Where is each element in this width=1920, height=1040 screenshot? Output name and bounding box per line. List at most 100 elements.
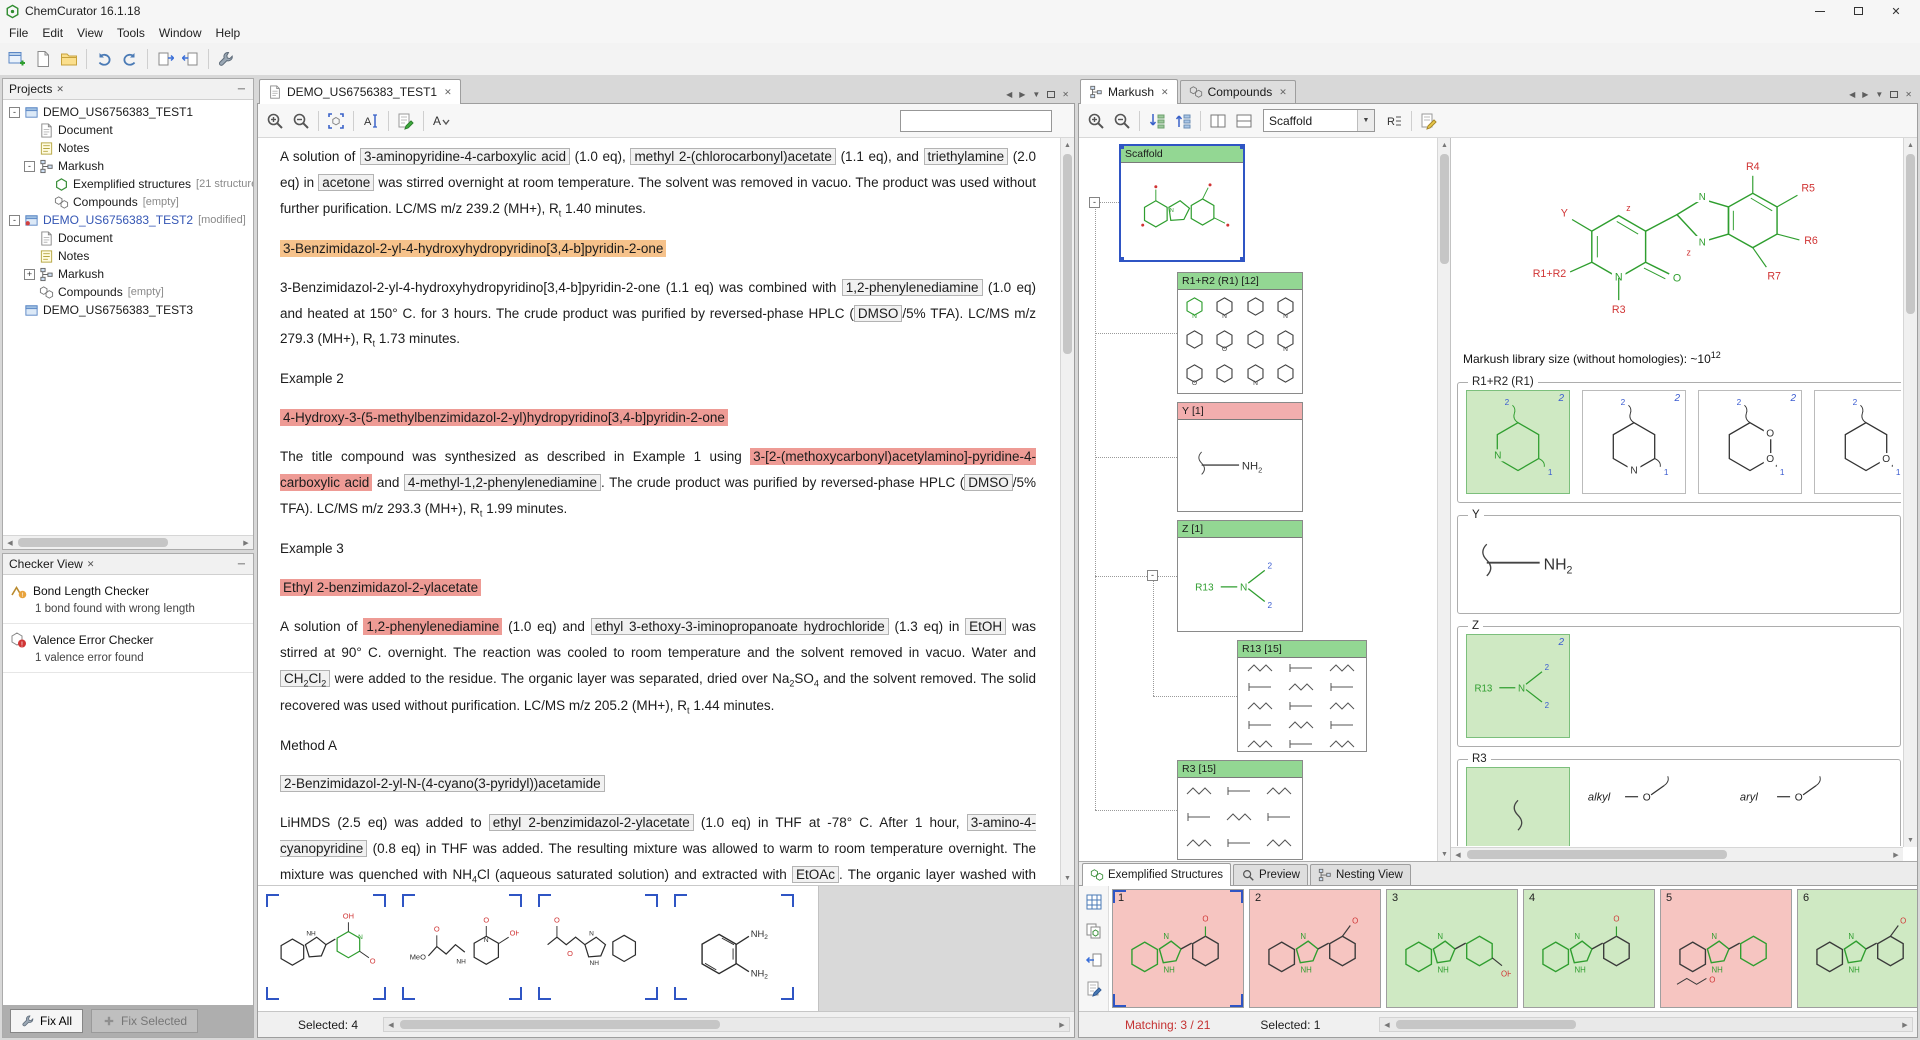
scroll-up-icon[interactable]: ▲ — [1061, 138, 1074, 152]
maximize-pane-icon[interactable] — [1890, 91, 1898, 98]
scrollbar-thumb[interactable] — [1396, 1020, 1576, 1029]
close-pane-icon[interactable]: ✕ — [1905, 90, 1912, 99]
exemplified-structure-6[interactable]: 6NNHO — [1797, 889, 1917, 1008]
sort-structures-button[interactable] — [1144, 108, 1170, 134]
rgroup-variant-thumb[interactable] — [1328, 661, 1358, 678]
zoom-in-button[interactable] — [1083, 108, 1109, 134]
entity-annotation[interactable]: 1,2-phenylenediamine — [842, 279, 983, 296]
markush-node-r1-r2-r1-[interactable]: R1+R2 (R1)[12]NNNONON — [1177, 272, 1303, 394]
scroll-left-icon[interactable]: ◀ — [384, 1018, 398, 1031]
scrollbar-thumb[interactable] — [1440, 154, 1449, 264]
rgroup-variant-thumb[interactable] — [1225, 810, 1255, 827]
tree-item-compounds[interactable]: Compounds[empty] — [3, 193, 253, 211]
markush-scaffold-structure[interactable]: NOYR1+R2R3NNR4R5R6R7zz — [1451, 138, 1902, 346]
tree-item-document[interactable]: Document — [3, 121, 253, 139]
entity-annotation[interactable]: triethylamine — [924, 148, 1009, 165]
close-button[interactable]: ✕ — [1877, 1, 1915, 21]
tab-close-icon[interactable]: ✕ — [1161, 87, 1169, 98]
projects-hscrollbar[interactable]: ◀ ▶ — [3, 535, 253, 549]
checker-item[interactable]: !Bond Length Checker1 bond found with wr… — [3, 575, 253, 624]
detail-hscrollbar[interactable]: ◀ ▶ — [1451, 847, 1903, 861]
rgroup-variant-thumb[interactable] — [1265, 784, 1295, 801]
checker-panel-collapse-button[interactable]: ─ — [234, 559, 249, 570]
annotate-button[interactable] — [393, 108, 419, 134]
entity-annotation[interactable]: methyl 2-(chlorocarbonyl)acetate — [630, 148, 835, 165]
scrollbar-thumb[interactable] — [1467, 850, 1727, 859]
tab-scroll-left-icon[interactable]: ◀ — [1849, 90, 1855, 99]
exemplified-structure-5[interactable]: 5NNHO — [1660, 889, 1792, 1008]
exemplified-hscrollbar[interactable]: ◀ ▶ — [1379, 1017, 1913, 1032]
rgroup-variant-thumb[interactable] — [1246, 661, 1276, 678]
expand-icon[interactable]: + — [24, 269, 35, 280]
copy-structures-button[interactable] — [1082, 919, 1106, 943]
markush-node-z[interactable]: Z[1]R13N22 — [1177, 520, 1303, 632]
rgroup-variant-thumb[interactable] — [1246, 718, 1276, 735]
rgroup-variant-thumb[interactable] — [1244, 327, 1267, 355]
entity-annotation[interactable]: ethyl 2-benzimidazol-2-ylacetate — [489, 814, 694, 831]
rgroup-variant-thumb[interactable] — [1274, 361, 1297, 389]
document-vscrollbar[interactable]: ▲ ▼ — [1060, 138, 1074, 885]
structure-card-ester[interactable]: OONNH — [538, 894, 658, 1000]
tree-item-notes[interactable]: Notes — [3, 247, 253, 265]
structure-card-chain[interactable]: MeOONHNOOH — [402, 894, 522, 1000]
rgroup-variant-card[interactable]: R13N222 — [1466, 634, 1570, 738]
rgroup-variant-thumb[interactable]: N — [1213, 294, 1236, 322]
rgroup-variant-thumb[interactable]: N — [1244, 361, 1267, 389]
highlighted-name-red[interactable]: 1,2-phenylenediamine — [363, 618, 502, 635]
projects-panel-close-icon[interactable]: ✕ — [56, 84, 64, 95]
rgroup-variant-thumb[interactable]: O — [1213, 327, 1236, 355]
rgroup-variant-card[interactable]: N212 — [1582, 390, 1686, 494]
scroll-down-icon[interactable]: ▼ — [1438, 847, 1451, 861]
checker-item[interactable]: !Valence Error Checker1 valence error fo… — [3, 624, 253, 673]
structures-hscrollbar[interactable]: ◀ ▶ — [383, 1017, 1070, 1032]
layout-rows-button[interactable] — [1231, 108, 1257, 134]
redo-button[interactable] — [117, 46, 143, 72]
projects-panel-collapse-button[interactable]: ─ — [234, 84, 249, 95]
menu-window[interactable]: Window — [152, 24, 209, 42]
entity-annotation[interactable]: 4-methyl-1,2-phenylenediamine — [404, 474, 601, 491]
highlighted-name-orange[interactable]: 3-Benzimidazol-2-yl-4-hydroxyhydropyridi… — [280, 240, 666, 257]
scroll-right-icon[interactable]: ▶ — [1898, 1018, 1912, 1031]
chevron-down-icon[interactable]: ▼ — [1357, 110, 1374, 131]
exemplified-structure-4[interactable]: 4NNHO — [1523, 889, 1655, 1008]
zoom-out-button[interactable] — [288, 108, 314, 134]
entity-annotation[interactable]: ethyl 3-ethoxy-3-iminopropanoate hydroch… — [591, 618, 889, 635]
tree-item-document[interactable]: Document — [3, 229, 253, 247]
export-document-button[interactable] — [152, 46, 178, 72]
menu-edit[interactable]: Edit — [35, 24, 70, 42]
rgroup-definition-button[interactable]: R — [1381, 108, 1407, 134]
rgroup-variant-thumb[interactable] — [1328, 737, 1358, 751]
highlighted-name-red[interactable]: Ethyl 2-benzimidazol-2-ylacetate — [280, 579, 481, 596]
rgroup-variant-thumb[interactable] — [1287, 737, 1317, 751]
scroll-right-icon[interactable]: ▶ — [1055, 1018, 1069, 1031]
scroll-left-icon[interactable]: ◀ — [1451, 848, 1465, 861]
rgroup-variant[interactable]: NH2 — [1466, 523, 1616, 605]
scrollbar-thumb[interactable] — [400, 1020, 720, 1029]
rgroup-variant-card[interactable]: OO212 — [1698, 390, 1802, 494]
rgroup-variant-alkyl[interactable]: alkylO — [1582, 767, 1722, 819]
exemplified-structure-3[interactable]: 3NNHOH — [1386, 889, 1518, 1008]
open-folder-button[interactable] — [56, 46, 82, 72]
scroll-left-icon[interactable]: ◀ — [3, 536, 17, 549]
fix-all-button[interactable]: Fix All — [10, 1009, 83, 1033]
table-view-button[interactable] — [1082, 890, 1106, 914]
scroll-right-icon[interactable]: ▶ — [1889, 848, 1903, 861]
filter-structures-button[interactable] — [1170, 108, 1196, 134]
document-content[interactable]: A solution of 3-aminopyridine-4-carboxyl… — [258, 138, 1060, 885]
maximize-button[interactable] — [1839, 1, 1877, 21]
collapse-icon[interactable]: - — [9, 107, 20, 118]
menu-help[interactable]: Help — [209, 24, 248, 42]
tab-scroll-right-icon[interactable]: ▶ — [1862, 90, 1868, 99]
markush-node-scaffold[interactable]: ScaffoldN — [1119, 144, 1245, 262]
new-document-button[interactable] — [30, 46, 56, 72]
tree-item-compounds[interactable]: Compounds[empty] — [3, 283, 253, 301]
tab-markush[interactable]: Markush✕ — [1080, 79, 1178, 104]
rgroup-variant-thumb[interactable] — [1328, 718, 1358, 735]
collapse-icon[interactable]: - — [1147, 570, 1158, 581]
entity-annotation[interactable]: acetone — [318, 174, 374, 191]
edit-structure-button[interactable] — [1416, 108, 1442, 134]
markush-node-r13[interactable]: R13[15] — [1237, 640, 1367, 752]
zoom-out-button[interactable] — [1109, 108, 1135, 134]
rgroup-variant-thumb[interactable] — [1287, 699, 1317, 716]
tree-item-demo-us6756383-test1[interactable]: -DEMO_US6756383_TEST1 — [3, 103, 253, 121]
